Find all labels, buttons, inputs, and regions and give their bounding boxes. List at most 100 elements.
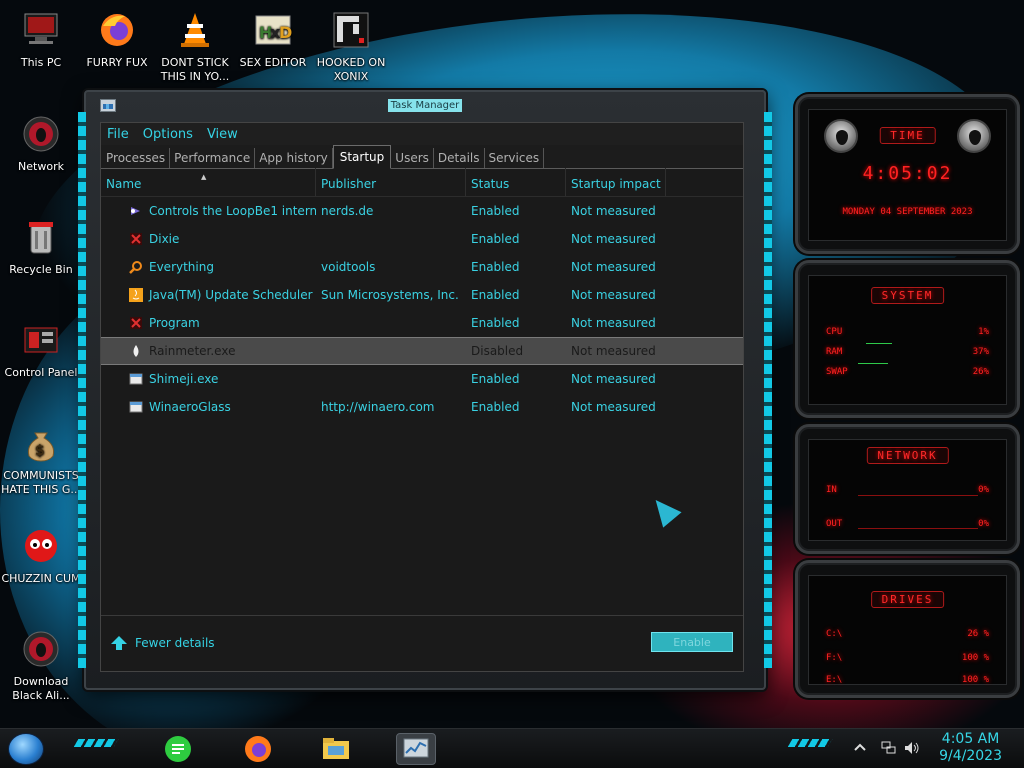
desktop-icon-recycle-bin[interactable]: Recycle Bin: [0, 215, 82, 277]
row-name: Rainmeter.exe: [149, 344, 236, 358]
row-name-cell: Rainmeter.exe: [101, 344, 316, 358]
window-icon: [129, 400, 143, 414]
desktop-icon-sex-editor[interactable]: HxD SEX EDITOR: [232, 8, 314, 70]
rainmeter-drives-widget[interactable]: DRIVES C:\ 26 % F:\ 100 % E:\ 100 %: [795, 560, 1020, 698]
firefox-taskbar-button[interactable]: [242, 733, 274, 765]
file-explorer-taskbar-button[interactable]: [320, 733, 352, 765]
rainmeter-time-widget[interactable]: TIME 4:05:02 MONDAY 04 SEPTEMBER 2023: [795, 94, 1020, 254]
desktop-icon-chuzzin[interactable]: CHUZZIN CUM: [0, 524, 82, 586]
column-header-name[interactable]: Name: [101, 168, 316, 196]
volume-icon[interactable]: [904, 741, 920, 755]
network-widget-title: NETWORK: [866, 447, 949, 464]
window-title: Task Manager: [387, 98, 463, 112]
time-widget-title: TIME: [879, 127, 936, 144]
task-manager-icon: [403, 738, 429, 758]
tab-processes[interactable]: Processes: [102, 148, 171, 168]
task-manager-app-icon: [100, 99, 116, 112]
row-name: Dixie: [149, 232, 180, 246]
tab-startup[interactable]: Startup: [332, 145, 392, 169]
title-bar[interactable]: Task Manager: [86, 92, 764, 118]
desktop-icon-furry-fux[interactable]: FURRY FUX: [76, 8, 158, 70]
stat-value: 1%: [978, 327, 989, 337]
window-footer: Fewer details Enable: [101, 615, 743, 671]
start-button[interactable]: [8, 733, 44, 765]
desktop-icon-communists[interactable]: $ COMMUNISTS HATE THIS G...: [0, 421, 82, 497]
time-widget-date: MONDAY 04 SEPTEMBER 2023: [842, 207, 973, 217]
network-status-icon[interactable]: [881, 741, 897, 755]
stat-label: E:\: [826, 675, 843, 685]
taskbar-clock[interactable]: 4:05 AM 9/4/2023: [939, 731, 1002, 765]
table-row[interactable]: Java(TM) Update Scheduler Sun Microsystem…: [101, 281, 743, 309]
desktop-icon-label: HOOKED ON XONIX: [316, 56, 386, 83]
desktop-icon-control-panel[interactable]: Control Panel: [0, 318, 82, 380]
time-widget-clock: 4:05:02: [862, 163, 953, 184]
row-startup-impact: Not measured: [571, 288, 656, 302]
fewer-details-button[interactable]: Fewer details: [111, 636, 215, 650]
stat-value: 26%: [972, 367, 989, 377]
table-row[interactable]: Dixie Enabled Not measured: [101, 225, 743, 253]
row-status: Disabled: [471, 344, 524, 358]
desktop-icon-vlc[interactable]: DONT STICK THIS IN YO...: [154, 8, 236, 84]
svg-text:$: $: [35, 443, 45, 459]
tab-services[interactable]: Services: [485, 148, 545, 168]
desktop-icon-label: SEX EDITOR: [239, 56, 307, 69]
firefox-icon: [245, 736, 271, 762]
network-in-graph: [858, 495, 978, 496]
menu-view[interactable]: View: [207, 127, 238, 142]
stat-value: 37%: [972, 347, 989, 357]
system-stat-cpu: CPU 1%: [826, 327, 989, 337]
tab-app-history[interactable]: App history: [255, 148, 333, 168]
menu-options[interactable]: Options: [143, 127, 193, 142]
rainmeter-system-widget[interactable]: SYSTEM CPU 1% RAM 37% SWAP 26%: [795, 260, 1020, 418]
table-row[interactable]: Everything voidtools Enabled Not measured: [101, 253, 743, 281]
row-startup-impact: Not measured: [571, 400, 656, 414]
column-header-startup-impact[interactable]: Startup impact: [566, 168, 666, 196]
tab-performance[interactable]: Performance: [170, 148, 256, 168]
desktop-icon-download-black-alien[interactable]: Download Black Ali...: [0, 627, 82, 703]
table-row[interactable]: Shimeji.exe Enabled Not measured: [101, 365, 743, 393]
tab-details[interactable]: Details: [434, 148, 485, 168]
drive-stat-e: E:\ 100 %: [826, 675, 989, 685]
row-status: Enabled: [471, 316, 520, 330]
fewer-details-label: Fewer details: [135, 636, 215, 650]
row-startup-impact: Not measured: [571, 316, 656, 330]
desktop-icon-xonix[interactable]: HOOKED ON XONIX: [310, 8, 392, 84]
row-name-cell: Program: [101, 316, 316, 330]
table-row[interactable]: WinaeroGlass http://winaero.com Enabled Not…: [101, 393, 743, 421]
desktop-icon-network[interactable]: Network: [0, 112, 82, 174]
stat-label: IN: [826, 485, 837, 495]
tab-users[interactable]: Users: [391, 148, 434, 168]
startup-table: ▲ Name Publisher Status Startup impact C…: [101, 168, 743, 609]
task-manager-window[interactable]: Task Manager File Options View Processes…: [78, 90, 772, 690]
folder-icon: [323, 738, 349, 759]
system-stat-ram: RAM 37%: [826, 347, 989, 357]
alien-network-icon: [19, 112, 63, 156]
desktop-icon-this-pc[interactable]: This PC: [0, 8, 82, 70]
table-row[interactable]: Program Enabled Not measured: [101, 309, 743, 337]
row-name: WinaeroGlass: [149, 400, 231, 414]
network-out-graph: [858, 528, 978, 529]
menu-file[interactable]: File: [107, 127, 129, 142]
column-header-status[interactable]: Status: [466, 168, 566, 196]
sort-ascending-icon: ▲: [201, 173, 207, 181]
show-hidden-icons-chevron-icon[interactable]: [852, 741, 868, 755]
recycle-bin-icon: [19, 215, 63, 259]
row-status: Enabled: [471, 232, 520, 246]
chat-bubble-icon: [165, 736, 191, 762]
alienware-logo-icon: [824, 119, 858, 153]
clock-time: 4:05 AM: [941, 731, 1000, 747]
swap-graph-line: [858, 363, 888, 364]
row-name: Everything: [149, 260, 214, 274]
chat-app-taskbar-button[interactable]: [162, 733, 194, 765]
table-row[interactable]: Rainmeter.exe Disabled Not measured: [101, 337, 743, 365]
stat-label: OUT: [826, 519, 843, 529]
column-header-publisher[interactable]: Publisher: [316, 168, 466, 196]
task-manager-taskbar-button[interactable]: [396, 733, 436, 765]
row-startup-impact: Not measured: [571, 372, 656, 386]
enable-button[interactable]: Enable: [651, 632, 733, 652]
row-name: Program: [149, 316, 200, 330]
rainmeter-network-widget[interactable]: NETWORK IN 0% OUT 0%: [795, 424, 1020, 554]
loopbe-icon: [129, 204, 143, 218]
taskbar-decoration: [787, 739, 833, 747]
table-row[interactable]: Controls the LoopBe1 intern... nerds.de En…: [101, 197, 743, 225]
